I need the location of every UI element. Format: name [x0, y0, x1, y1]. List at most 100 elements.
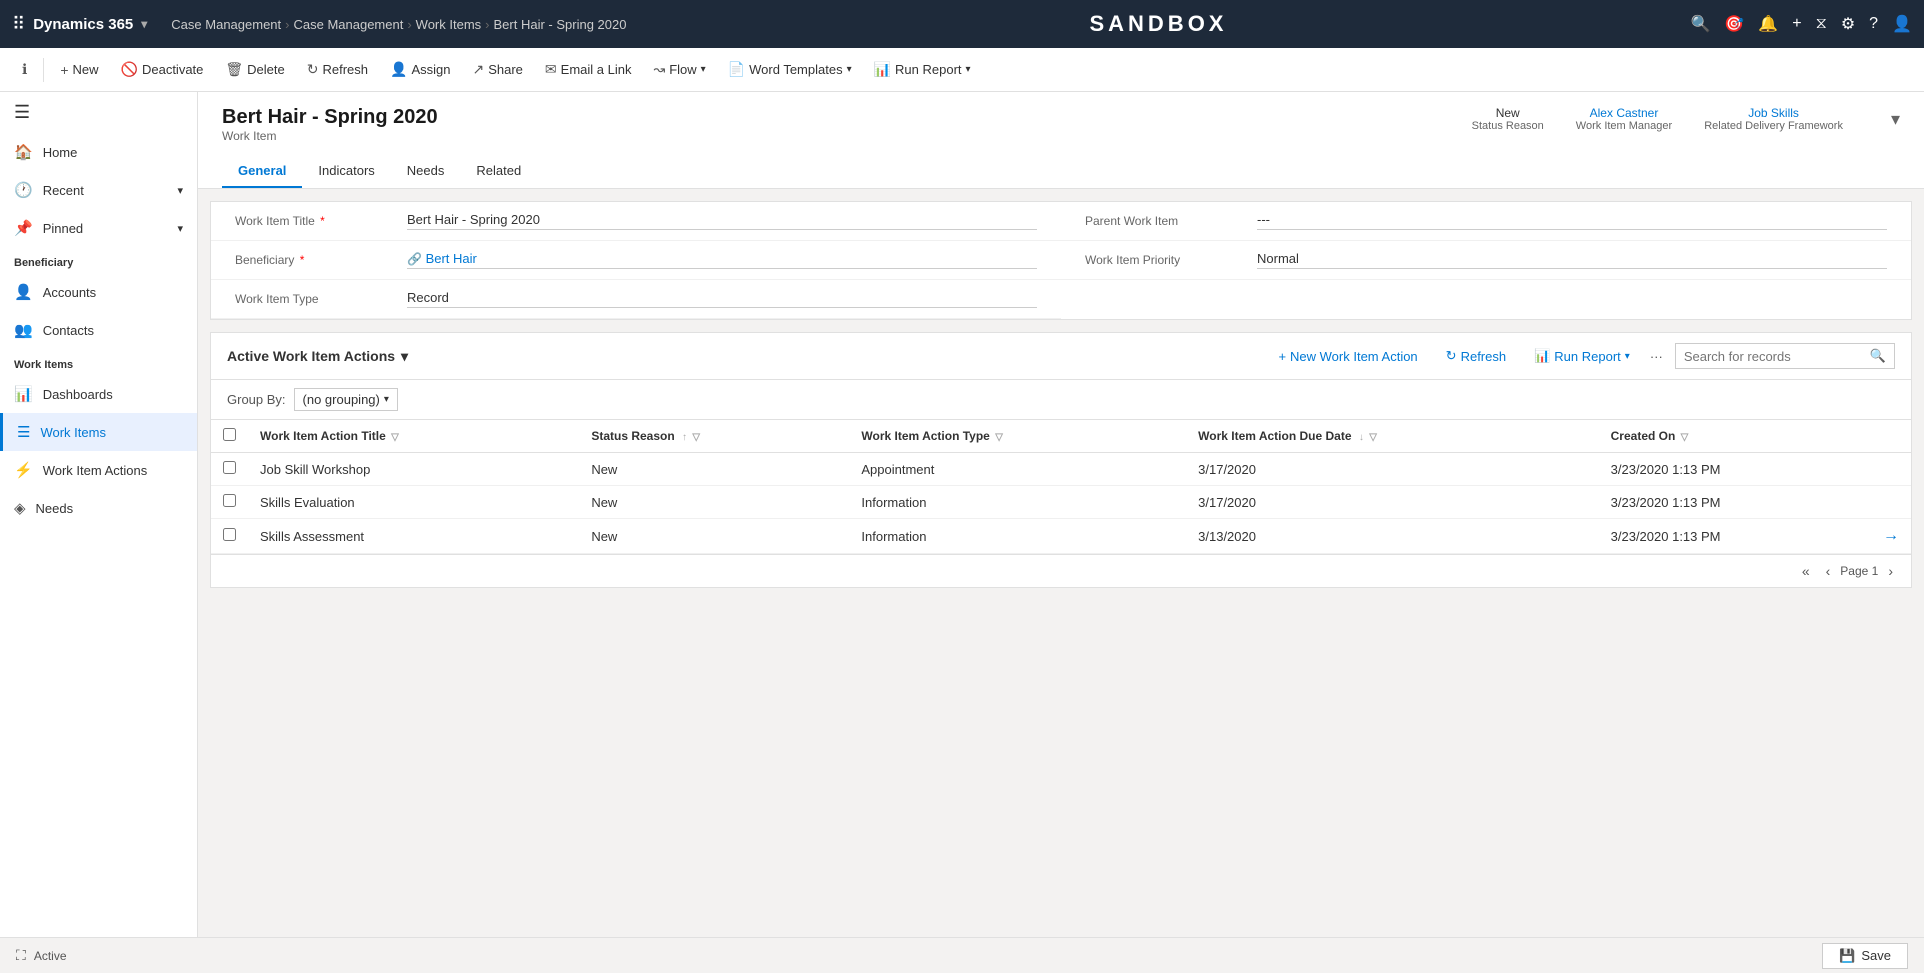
- brand[interactable]: Dynamics 365 ▾: [33, 16, 147, 33]
- row-title-2[interactable]: Skills Assessment: [248, 519, 579, 554]
- col-created-on-filter[interactable]: ▽: [1681, 432, 1689, 443]
- user-icon[interactable]: 👤: [1892, 14, 1912, 34]
- new-button[interactable]: + New: [50, 58, 108, 82]
- tab-general[interactable]: General: [222, 155, 302, 188]
- breadcrumb-item-2[interactable]: Bert Hair - Spring 2020: [494, 17, 627, 32]
- select-all-checkbox[interactable]: [223, 428, 236, 441]
- sidebar-item-accounts[interactable]: 👤 Accounts: [0, 273, 197, 311]
- tab-needs[interactable]: Needs: [391, 155, 461, 188]
- sidebar-item-home[interactable]: 🏠 Home: [0, 133, 197, 171]
- info-button[interactable]: ℹ: [12, 57, 37, 82]
- work-item-title-value[interactable]: Bert Hair - Spring 2020: [407, 212, 1037, 230]
- navigate-arrow[interactable]: →: [1883, 527, 1899, 544]
- col-type-filter[interactable]: ▽: [995, 432, 1003, 443]
- table-row[interactable]: Skills Assessment New Information 3/13/2…: [211, 519, 1911, 554]
- search-icon[interactable]: 🔍: [1870, 348, 1886, 364]
- flow-chevron[interactable]: ▾: [701, 64, 706, 75]
- assign-button[interactable]: 👤 Assign: [380, 57, 460, 82]
- help-icon[interactable]: ?: [1869, 15, 1878, 33]
- search-input[interactable]: [1684, 349, 1864, 364]
- col-status-sort[interactable]: ↑: [682, 432, 687, 443]
- sidebar-hamburger[interactable]: ☰: [0, 92, 197, 133]
- table-row[interactable]: Skills Evaluation New Information 3/17/2…: [211, 486, 1911, 519]
- subgrid-more-options[interactable]: ···: [1650, 349, 1663, 364]
- group-by-chevron[interactable]: ▾: [384, 394, 389, 405]
- work-item-type-label: Work Item Type: [235, 292, 395, 306]
- group-by-select[interactable]: (no grouping) ▾: [294, 388, 398, 411]
- next-page-button[interactable]: ›: [1882, 561, 1899, 581]
- new-work-item-action-button[interactable]: + New Work Item Action: [1270, 345, 1425, 368]
- col-arrow: [1871, 420, 1911, 453]
- prev-page-button[interactable]: ‹: [1820, 561, 1837, 581]
- pinned-chevron[interactable]: ▾: [177, 222, 183, 235]
- sidebar-item-needs[interactable]: ◈ Needs: [0, 489, 197, 527]
- brand-chevron[interactable]: ▾: [141, 17, 147, 31]
- sidebar-item-pinned[interactable]: 📌 Pinned ▾: [0, 209, 197, 247]
- deactivate-button[interactable]: 🚫 Deactivate: [111, 57, 214, 82]
- breadcrumb-item-1[interactable]: Work Items: [416, 17, 482, 32]
- breadcrumb: Case Management › Case Management › Work…: [171, 17, 626, 32]
- new-record-icon[interactable]: +: [1792, 15, 1801, 33]
- meta-expand-chevron[interactable]: ▾: [1891, 109, 1900, 130]
- row-checkbox[interactable]: [223, 528, 236, 541]
- flow-button[interactable]: ↝ Flow ▾: [643, 57, 715, 82]
- row-arrow-2[interactable]: →: [1871, 519, 1911, 554]
- col-due-date-filter[interactable]: ▽: [1369, 432, 1377, 443]
- subgrid-title-chevron[interactable]: ▾: [401, 348, 408, 365]
- work-item-priority-value[interactable]: Normal: [1257, 251, 1887, 269]
- table-row[interactable]: Job Skill Workshop New Appointment 3/17/…: [211, 453, 1911, 486]
- row-checkbox[interactable]: [223, 494, 236, 507]
- breadcrumb-module[interactable]: Case Management: [171, 17, 281, 32]
- sidebar-item-work-items[interactable]: ☰ Work Items: [0, 413, 197, 451]
- delete-label: Delete: [247, 62, 285, 77]
- first-page-button[interactable]: «: [1796, 561, 1816, 581]
- manager-value[interactable]: Alex Castner: [1576, 106, 1672, 120]
- beneficiary-value[interactable]: 🔗 Bert Hair: [407, 251, 1037, 269]
- search-icon[interactable]: 🔍: [1690, 14, 1710, 34]
- row-checkbox[interactable]: [223, 461, 236, 474]
- row-title-1[interactable]: Skills Evaluation: [248, 486, 579, 519]
- report-chevron[interactable]: ▾: [1625, 351, 1630, 362]
- subgrid-search[interactable]: 🔍: [1675, 343, 1895, 369]
- run-report-button[interactable]: 📊 Run Report ▾: [864, 57, 981, 82]
- sidebar-item-dashboards[interactable]: 📊 Dashboards: [0, 375, 197, 413]
- refresh-button[interactable]: ↻ Refresh: [297, 57, 378, 82]
- status-reason-label: Status Reason: [1472, 120, 1544, 132]
- sidebar-item-work-item-actions[interactable]: ⚡ Work Item Actions: [0, 451, 197, 489]
- filter-icon[interactable]: ⧖: [1816, 15, 1827, 33]
- notifications-icon[interactable]: 🔔: [1758, 14, 1778, 34]
- email-link-button[interactable]: ✉ Email a Link: [535, 57, 642, 82]
- col-created-on[interactable]: Created On ▽: [1599, 420, 1871, 453]
- tab-related[interactable]: Related: [460, 155, 537, 188]
- col-due-date[interactable]: Work Item Action Due Date ↓ ▽: [1186, 420, 1599, 453]
- framework-value[interactable]: Job Skills: [1704, 106, 1843, 120]
- recent-chevron[interactable]: ▾: [177, 184, 183, 197]
- col-title[interactable]: Work Item Action Title ▽: [248, 420, 579, 453]
- row-title-0[interactable]: Job Skill Workshop: [248, 453, 579, 486]
- col-due-date-sort[interactable]: ↓: [1359, 432, 1364, 443]
- work-item-type-value[interactable]: Record: [407, 290, 1037, 308]
- waffle-icon[interactable]: ⠿: [12, 14, 25, 35]
- col-title-filter[interactable]: ▽: [391, 432, 399, 443]
- sidebar-item-contacts[interactable]: 👥 Contacts: [0, 311, 197, 349]
- sidebar-item-recent[interactable]: 🕐 Recent ▾: [0, 171, 197, 209]
- tab-indicators[interactable]: Indicators: [302, 155, 390, 188]
- breadcrumb-item-0[interactable]: Case Management: [293, 17, 403, 32]
- share-button[interactable]: ↗ Share: [462, 57, 532, 82]
- settings-icon[interactable]: ⚙: [1841, 14, 1855, 34]
- parent-work-item-value[interactable]: ---: [1257, 212, 1887, 230]
- subgrid-refresh-button[interactable]: ↻ Refresh: [1438, 344, 1514, 368]
- word-templates-button[interactable]: 📄 Word Templates ▾: [718, 57, 862, 82]
- col-status[interactable]: Status Reason ↑ ▽: [579, 420, 849, 453]
- run-report-chevron[interactable]: ▾: [966, 64, 971, 75]
- word-templates-chevron[interactable]: ▾: [847, 64, 852, 75]
- expand-icon[interactable]: ⛶: [16, 947, 26, 964]
- subgrid-run-report-button[interactable]: 📊 Run Report ▾: [1526, 344, 1638, 368]
- delete-button[interactable]: 🗑 Delete: [215, 57, 294, 82]
- save-button[interactable]: 💾 Save: [1822, 943, 1908, 969]
- subgrid-title-text: Active Work Item Actions: [227, 348, 395, 364]
- tasks-icon[interactable]: 🎯: [1724, 14, 1744, 34]
- col-title-text: Work Item Action Title: [260, 429, 386, 443]
- col-status-filter[interactable]: ▽: [692, 432, 700, 443]
- col-type[interactable]: Work Item Action Type ▽: [849, 420, 1186, 453]
